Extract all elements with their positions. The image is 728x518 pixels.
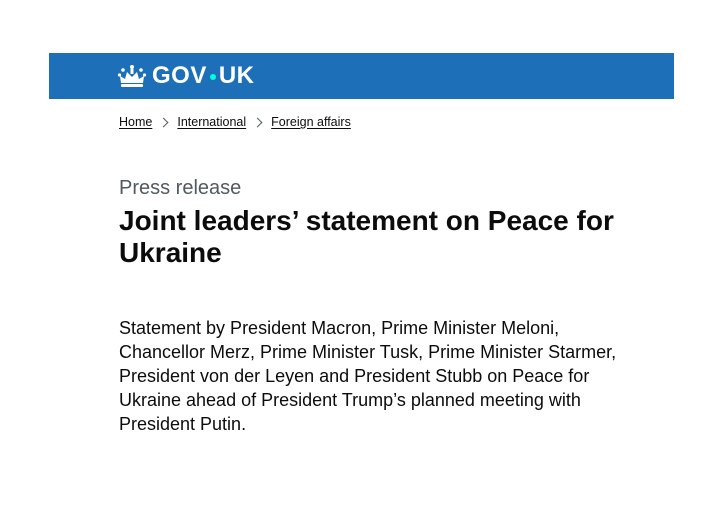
page-caption: Press release [119,177,242,199]
page-summary: Statement by President Macron, Prime Min… [119,318,617,434]
page-title: Joint leaders’ statement on Peace for Uk… [119,205,614,268]
breadcrumb-home[interactable]: Home [119,114,152,130]
logo-text: GOV UK [152,63,255,89]
chevron-right-icon [158,117,169,127]
crown-icon [117,65,147,87]
breadcrumb-international[interactable]: International [177,114,246,130]
logo-dot [209,74,216,80]
breadcrumb: Home International Foreign affairs [119,114,351,130]
govuk-logo-link[interactable]: GOV UK [117,63,255,89]
logo-text-uk: UK [218,62,255,89]
govuk-header: GOV UK [49,53,674,99]
logo-text-gov: GOV [152,62,207,89]
breadcrumb-foreign-affairs[interactable]: Foreign affairs [271,114,351,130]
chevron-right-icon [252,117,263,127]
